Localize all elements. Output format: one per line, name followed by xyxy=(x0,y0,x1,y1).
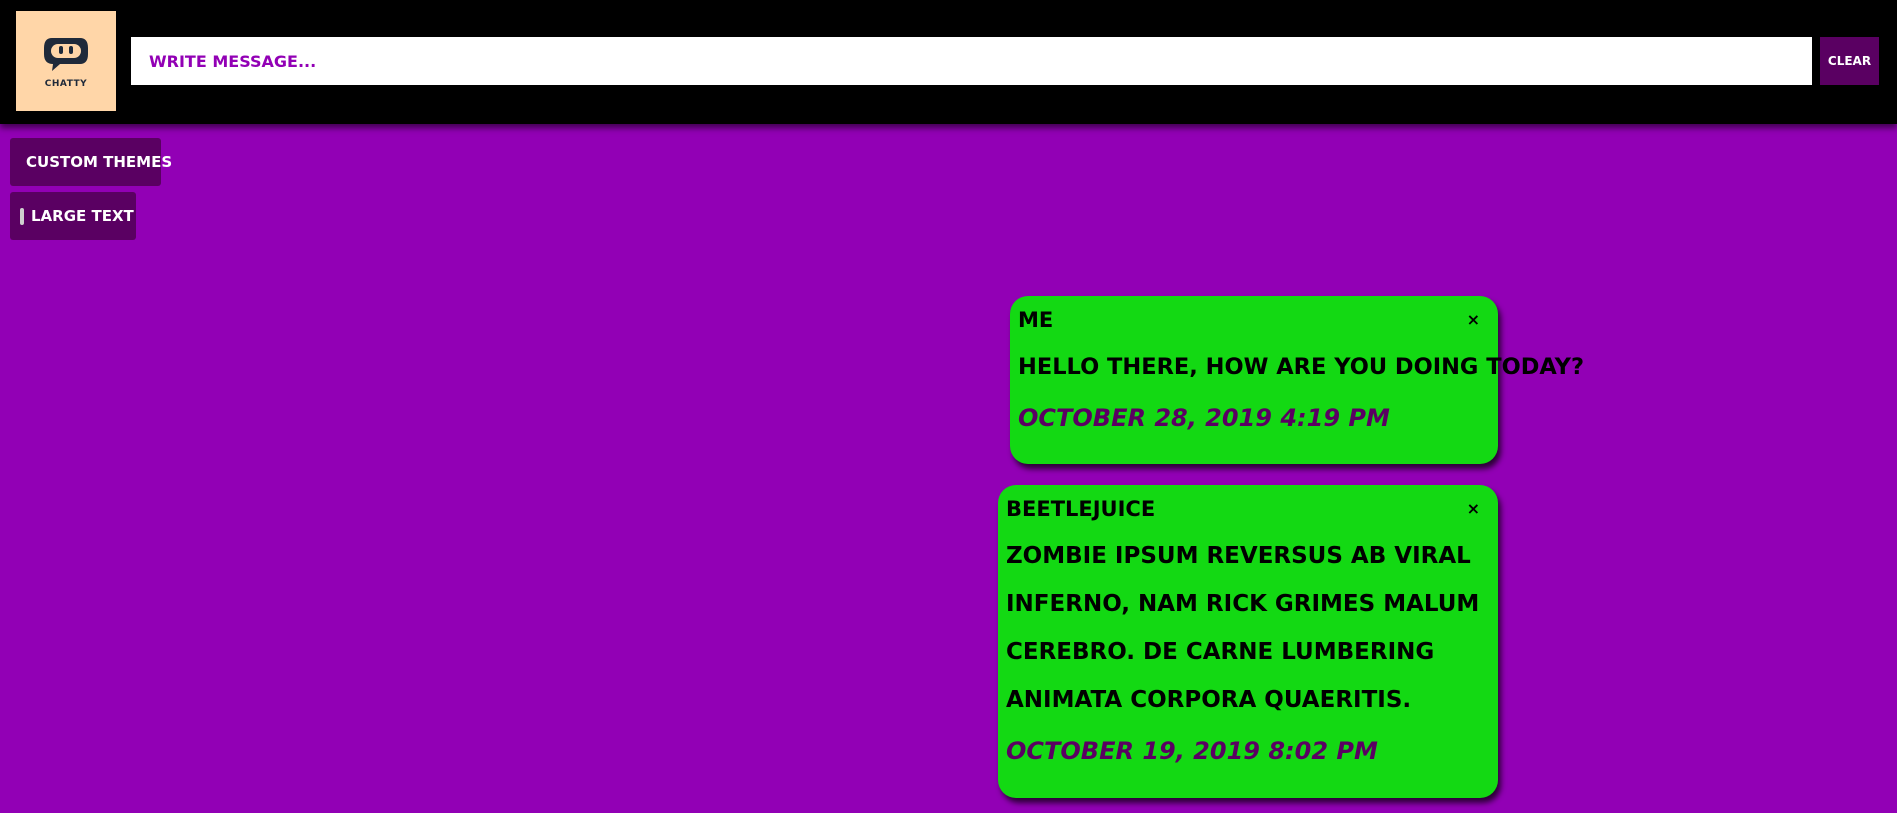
clear-button[interactable]: CLEAR xyxy=(1820,37,1879,85)
header-bar: CHATTY CLEAR xyxy=(0,0,1897,124)
message-bubble: BEETLEJUICE × ZOMBIE IPSUM REVERSUS AB V… xyxy=(998,485,1498,798)
message-bubble: ME × HELLO THERE, HOW ARE YOU DOING TODA… xyxy=(1010,296,1584,464)
message-author: BEETLEJUICE xyxy=(1006,497,1156,521)
close-icon[interactable]: × xyxy=(1467,312,1480,328)
message-timestamp: OCTOBER 28, 2019 4:19 PM xyxy=(1018,404,1390,432)
custom-themes-label: CUSTOM THEMES xyxy=(26,153,173,171)
logo-text: CHATTY xyxy=(44,78,88,89)
chat-bot-face-icon xyxy=(44,37,88,71)
message-author: ME xyxy=(1018,308,1054,332)
checkbox-icon[interactable] xyxy=(20,207,24,225)
close-icon[interactable]: × xyxy=(1467,501,1480,517)
chatty-logo[interactable]: CHATTY xyxy=(16,11,116,111)
message-text: ZOMBIE IPSUM REVERSUS AB VIRAL INFERNO, … xyxy=(1006,543,1480,713)
message-timestamp: OCTOBER 19, 2019 8:02 PM xyxy=(1006,737,1378,765)
custom-themes-button[interactable]: CUSTOM THEMES xyxy=(10,138,172,186)
message-text: HELLO THERE, HOW ARE YOU DOING TODAY? xyxy=(1018,354,1584,380)
large-text-label: LARGE TEXT xyxy=(31,207,134,225)
message-input[interactable] xyxy=(131,37,1812,85)
large-text-toggle[interactable]: LARGE TEXT xyxy=(10,192,136,240)
